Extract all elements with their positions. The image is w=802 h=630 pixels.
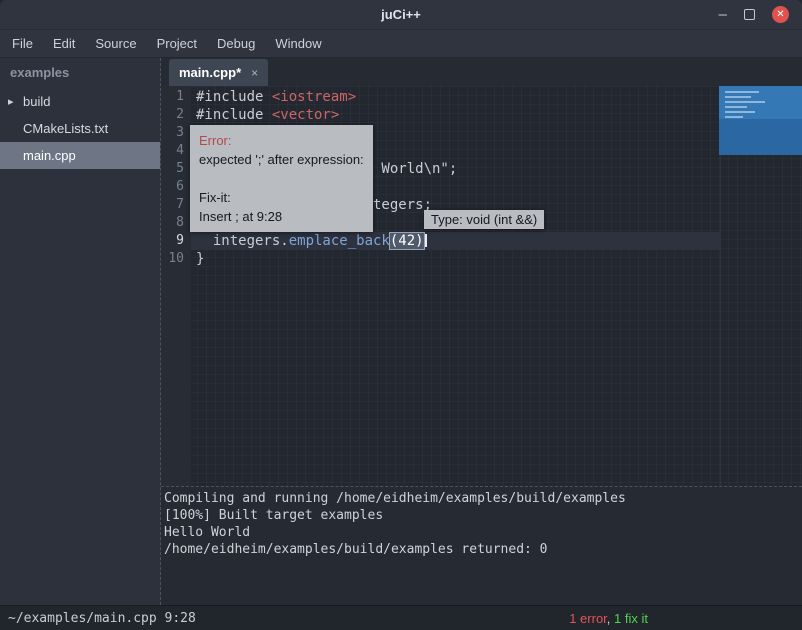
- file-explorer: examples ▸build CMakeLists.txt main.cpp: [0, 58, 161, 605]
- status-error-count: 1 error: [569, 611, 607, 626]
- code-segment: }: [196, 251, 204, 267]
- tabbar: main.cpp* ×: [161, 58, 802, 86]
- file-tree-item-cmakelists-txt[interactable]: CMakeLists.txt: [0, 115, 160, 142]
- file-label: main.cpp: [23, 148, 76, 163]
- line-number-10: 10: [161, 250, 191, 268]
- window-title: juCi++: [0, 7, 802, 22]
- code-line-10[interactable]: }: [191, 250, 802, 268]
- status-separator: ,: [607, 611, 614, 626]
- file-tree-item-main-cpp[interactable]: main.cpp: [0, 142, 160, 169]
- status-file-position: ~/examples/main.cpp 9:28: [8, 611, 196, 626]
- minimap-line: [725, 106, 747, 108]
- editor-column: main.cpp* × 12345678910 #include <iostrea…: [161, 58, 802, 605]
- file-label: build: [23, 94, 50, 109]
- minimize-icon[interactable]: –: [719, 7, 727, 22]
- line-number-3: 3: [161, 124, 191, 142]
- project-name: examples: [0, 58, 160, 88]
- line-number-8: 8: [161, 214, 191, 232]
- menu-item-file[interactable]: File: [2, 30, 43, 58]
- code-line-9[interactable]: integers.emplace_back(42): [191, 232, 802, 250]
- type-tooltip: Type: void (int &&): [424, 210, 544, 229]
- menubar: FileEditSourceProjectDebugWindow: [0, 30, 802, 58]
- minimap-line: [725, 91, 759, 93]
- code-segment: #include: [196, 89, 272, 105]
- text-cursor: [425, 234, 427, 247]
- statusbar: ~/examples/main.cpp 9:28 1 error, 1 fix …: [0, 605, 802, 630]
- code-segment: #include: [196, 107, 272, 123]
- terminal-line: /home/eidheim/examples/build/examples re…: [164, 541, 802, 558]
- error-tooltip: Error: expected ';' after expression: Fi…: [190, 125, 373, 232]
- error-tooltip-title: Error:: [199, 131, 364, 150]
- chevron-right-icon[interactable]: ▸: [8, 95, 23, 108]
- line-number-9: 9: [161, 232, 191, 250]
- menu-item-window[interactable]: Window: [265, 30, 331, 58]
- status-diagnostics: 1 error, 1 fix it: [569, 611, 648, 626]
- minimap[interactable]: [719, 86, 802, 155]
- code-segment: integers.: [196, 233, 289, 249]
- terminal-line: Hello World: [164, 524, 802, 541]
- main-area: examples ▸build CMakeLists.txt main.cpp ma…: [0, 58, 802, 605]
- app-window: juCi++ – ✕ FileEditSourceProjectDebugWin…: [0, 0, 802, 630]
- menu-item-edit[interactable]: Edit: [43, 30, 85, 58]
- tab-label: main.cpp*: [179, 65, 241, 80]
- tab-main-cpp[interactable]: main.cpp* ×: [169, 59, 268, 86]
- error-tooltip-fixit-label: Fix-it:: [199, 188, 364, 207]
- line-number-gutter: 12345678910: [161, 86, 191, 486]
- line-number-1: 1: [161, 88, 191, 106]
- editor: 12345678910 #include <iostream>#include …: [161, 86, 802, 486]
- code-segment: emplace_back: [289, 233, 390, 249]
- code-line-2[interactable]: #include <vector>: [191, 106, 802, 124]
- code-segment: <iostream>: [272, 89, 356, 105]
- menu-item-debug[interactable]: Debug: [207, 30, 265, 58]
- line-number-6: 6: [161, 178, 191, 196]
- terminal-line: [100%] Built target examples: [164, 507, 802, 524]
- minimap-code-lines: [725, 91, 765, 118]
- line-number-2: 2: [161, 106, 191, 124]
- code-line-1[interactable]: #include <iostream>: [191, 88, 802, 106]
- terminal-line: Compiling and running /home/eidheim/exam…: [164, 490, 802, 507]
- window-controls: – ✕: [719, 6, 802, 23]
- menu-item-source[interactable]: Source: [85, 30, 146, 58]
- code-segment: (42): [390, 233, 424, 249]
- titlebar: juCi++ – ✕: [0, 0, 802, 30]
- error-tooltip-gap: [199, 169, 364, 188]
- minimap-line: [725, 111, 755, 113]
- minimap-line: [725, 116, 743, 118]
- close-icon[interactable]: ✕: [772, 6, 789, 23]
- code-segment: <vector>: [272, 107, 339, 123]
- line-number-4: 4: [161, 142, 191, 160]
- error-tooltip-message: expected ';' after expression:: [199, 150, 364, 169]
- status-fixit-count: 1 fix it: [614, 611, 648, 626]
- line-number-7: 7: [161, 196, 191, 214]
- error-tooltip-fixit-text: Insert ; at 9:28: [199, 207, 364, 226]
- minimap-line: [725, 101, 765, 103]
- line-number-5: 5: [161, 160, 191, 178]
- file-tree: ▸build CMakeLists.txt main.cpp: [0, 88, 160, 169]
- tab-close-icon[interactable]: ×: [251, 66, 258, 80]
- terminal-output[interactable]: Compiling and running /home/eidheim/exam…: [161, 486, 802, 605]
- file-tree-item-build[interactable]: ▸build: [0, 88, 160, 115]
- maximize-icon[interactable]: [744, 9, 755, 20]
- file-label: CMakeLists.txt: [23, 121, 108, 136]
- menu-item-project[interactable]: Project: [147, 30, 207, 58]
- minimap-line: [725, 96, 751, 98]
